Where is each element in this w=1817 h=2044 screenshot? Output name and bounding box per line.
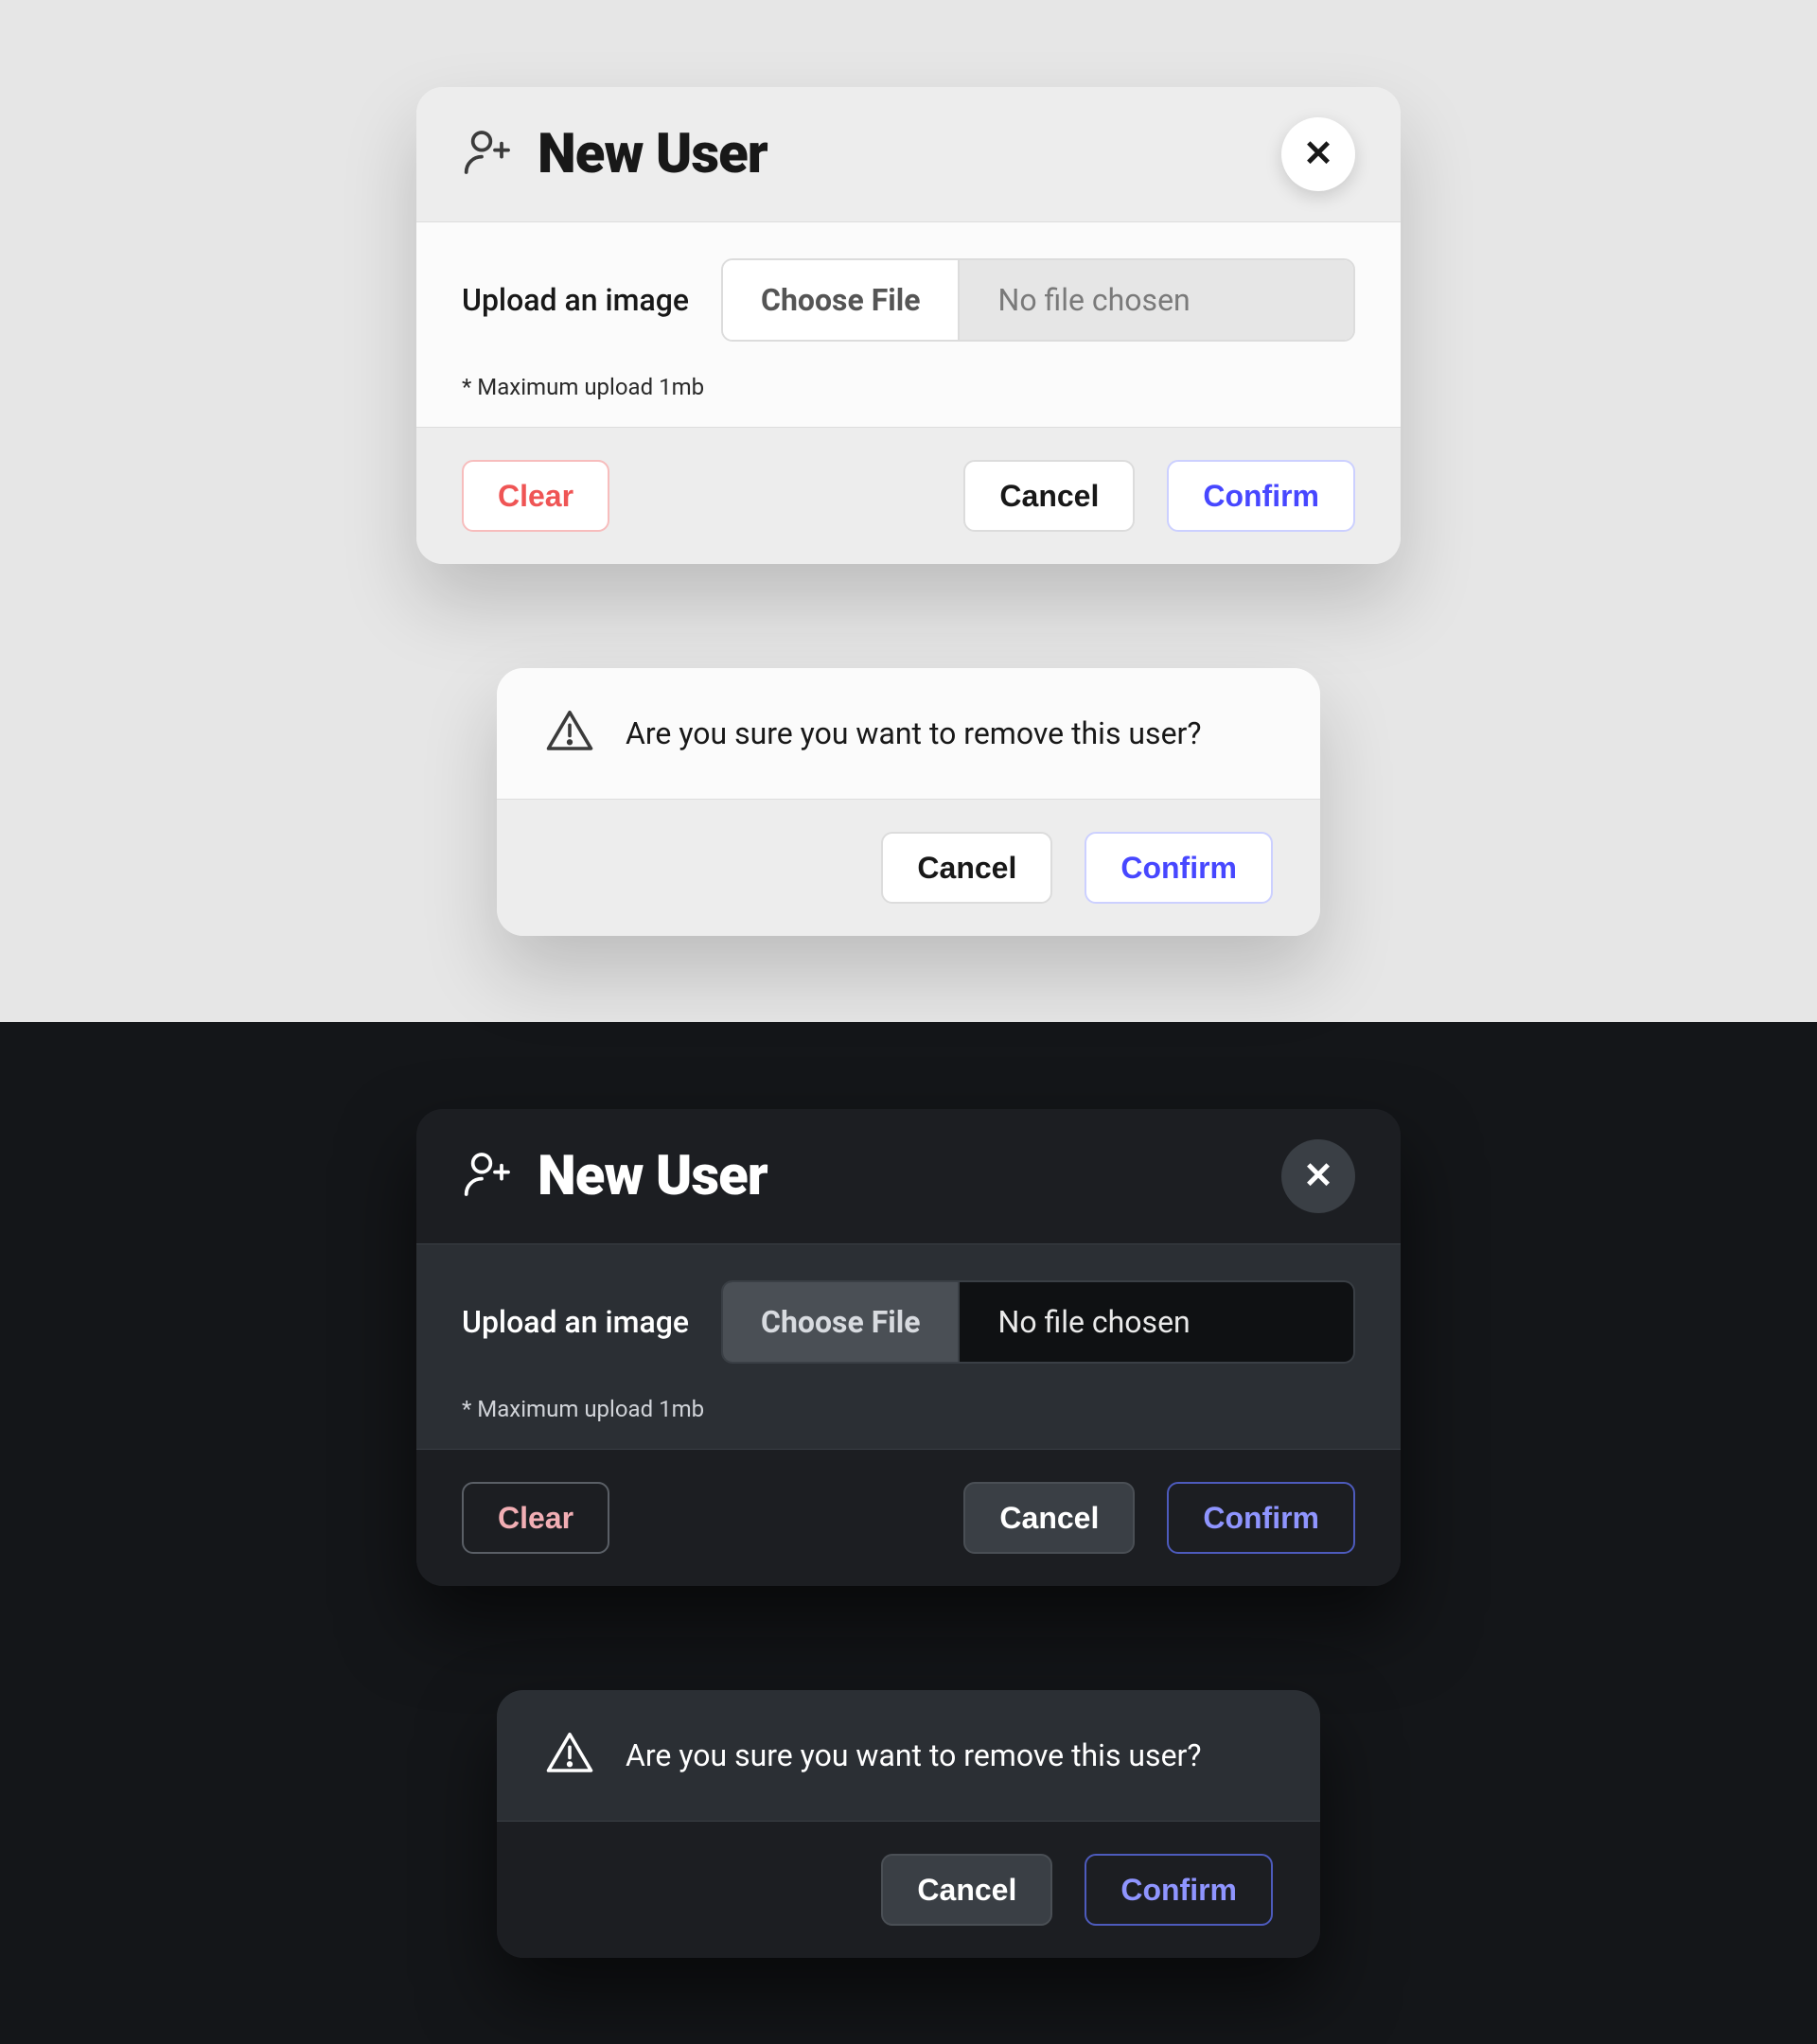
warning-icon xyxy=(544,706,595,761)
new-user-modal: New User ✕ Upload an image Choose File N… xyxy=(416,87,1401,564)
modal-body: Upload an image Choose File No file chos… xyxy=(416,221,1401,428)
confirm-body: Are you sure you want to remove this use… xyxy=(497,1690,1320,1822)
confirm-button[interactable]: Confirm xyxy=(1085,1854,1273,1926)
confirm-button[interactable]: Confirm xyxy=(1085,832,1273,904)
cancel-button[interactable]: Cancel xyxy=(881,832,1052,904)
choose-file-button[interactable]: Choose File xyxy=(723,260,960,340)
remove-user-modal: Are you sure you want to remove this use… xyxy=(497,668,1320,936)
file-status: No file chosen xyxy=(960,1282,1353,1362)
modal-title: New User xyxy=(538,1144,767,1208)
upload-hint: * Maximum upload 1mb xyxy=(462,1396,1355,1422)
confirm-message: Are you sure you want to remove this use… xyxy=(626,715,1202,751)
upload-label: Upload an image xyxy=(462,282,689,318)
warning-icon xyxy=(544,1728,595,1783)
cancel-button[interactable]: Cancel xyxy=(963,460,1135,532)
header-left: New User xyxy=(462,1144,767,1208)
close-icon: ✕ xyxy=(1303,1158,1333,1194)
clear-button[interactable]: Clear xyxy=(462,460,609,532)
user-plus-icon xyxy=(462,1148,515,1205)
clear-button[interactable]: Clear xyxy=(462,1482,609,1554)
user-plus-icon xyxy=(462,126,515,183)
close-button[interactable]: ✕ xyxy=(1281,1139,1355,1213)
new-user-modal: New User ✕ Upload an image Choose File N… xyxy=(416,1109,1401,1586)
modal-header: New User ✕ xyxy=(416,87,1401,221)
file-status: No file chosen xyxy=(960,260,1353,340)
upload-row: Upload an image Choose File No file chos… xyxy=(462,258,1355,342)
confirm-button[interactable]: Confirm xyxy=(1167,460,1355,532)
header-left: New User xyxy=(462,122,767,186)
modal-header: New User ✕ xyxy=(416,1109,1401,1243)
cancel-button[interactable]: Cancel xyxy=(881,1854,1052,1926)
confirm-footer: Cancel Confirm xyxy=(497,1822,1320,1958)
close-button[interactable]: ✕ xyxy=(1281,117,1355,191)
upload-row: Upload an image Choose File No file chos… xyxy=(462,1280,1355,1364)
confirm-body: Are you sure you want to remove this use… xyxy=(497,668,1320,800)
modal-footer: Clear Cancel Confirm xyxy=(416,428,1401,564)
file-picker: Choose File No file chosen xyxy=(721,1280,1355,1364)
file-picker: Choose File No file chosen xyxy=(721,258,1355,342)
confirm-button[interactable]: Confirm xyxy=(1167,1482,1355,1554)
confirm-message: Are you sure you want to remove this use… xyxy=(626,1737,1202,1773)
choose-file-button[interactable]: Choose File xyxy=(723,1282,960,1362)
light-theme-section: New User ✕ Upload an image Choose File N… xyxy=(0,0,1817,1022)
modal-title: New User xyxy=(538,122,767,186)
dark-theme-section: New User ✕ Upload an image Choose File N… xyxy=(0,1022,1817,2044)
modal-footer: Clear Cancel Confirm xyxy=(416,1450,1401,1586)
upload-hint: * Maximum upload 1mb xyxy=(462,374,1355,400)
cancel-button[interactable]: Cancel xyxy=(963,1482,1135,1554)
upload-label: Upload an image xyxy=(462,1304,689,1340)
close-icon: ✕ xyxy=(1303,136,1333,172)
confirm-footer: Cancel Confirm xyxy=(497,800,1320,936)
modal-body: Upload an image Choose File No file chos… xyxy=(416,1243,1401,1450)
remove-user-modal: Are you sure you want to remove this use… xyxy=(497,1690,1320,1958)
